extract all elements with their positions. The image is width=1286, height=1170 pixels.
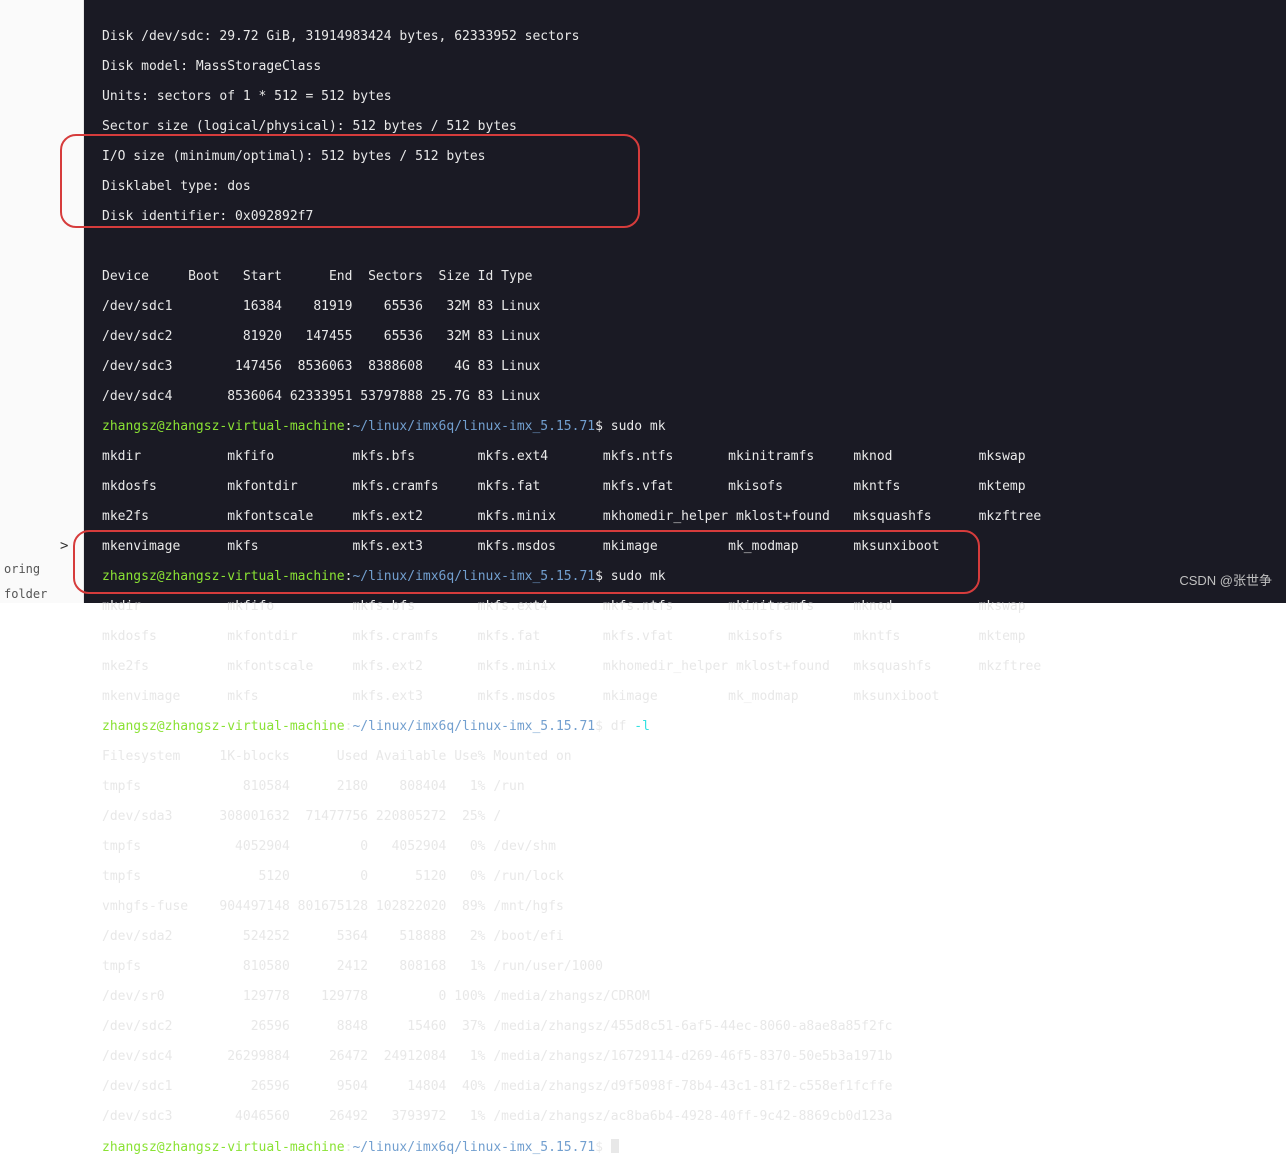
fdisk-line: Units: sectors of 1 * 512 = 512 bytes [102, 89, 1286, 104]
partition-header: Device Boot Start End Sectors Size Id Ty… [102, 269, 1286, 284]
prompt-line: zhangsz@zhangsz-virtual-machine:~/linux/… [102, 719, 1286, 734]
df-row: /dev/sda2 524252 5364 518888 2% /boot/ef… [102, 929, 1286, 944]
fdisk-line: Disk identifier: 0x092892f7 [102, 209, 1286, 224]
df-row: vmhgfs-fuse 904497148 801675128 10282202… [102, 899, 1286, 914]
completion-row: mke2fs mkfontscale mkfs.ext2 mkfs.minix … [102, 659, 1286, 674]
fdisk-line: Sector size (logical/physical): 512 byte… [102, 119, 1286, 134]
df-row: /dev/sdc2 26596 8848 15460 37% /media/zh… [102, 1019, 1286, 1034]
terminal-cursor [611, 1139, 619, 1153]
terminal[interactable]: Disk /dev/sdc: 29.72 GiB, 31914983424 by… [84, 0, 1286, 603]
chevron-right-icon[interactable]: > [60, 538, 68, 554]
watermark: CSDN @张世争 [1179, 570, 1272, 589]
fdisk-line: I/O size (minimum/optimal): 512 bytes / … [102, 149, 1286, 164]
completion-row: mkdosfs mkfontdir mkfs.cramfs mkfs.fat m… [102, 479, 1286, 494]
df-row: tmpfs 4052904 0 4052904 0% /dev/shm [102, 839, 1286, 854]
partition-row: /dev/sdc2 81920 147455 65536 32M 83 Linu… [102, 329, 1286, 344]
fdisk-line: Disklabel type: dos [102, 179, 1286, 194]
fdisk-line: Disk model: MassStorageClass [102, 59, 1286, 74]
df-row: tmpfs 810580 2412 808168 1% /run/user/10… [102, 959, 1286, 974]
completion-row: mkdosfs mkfontdir mkfs.cramfs mkfs.fat m… [102, 629, 1286, 644]
df-header: Filesystem 1K-blocks Used Available Use%… [102, 749, 1286, 764]
blank-line [102, 239, 1286, 254]
partition-row: /dev/sdc4 8536064 62333951 53797888 25.7… [102, 389, 1286, 404]
df-row: /dev/sdc1 26596 9504 14804 40% /media/zh… [102, 1079, 1286, 1094]
df-row: tmpfs 5120 0 5120 0% /run/lock [102, 869, 1286, 884]
sidebar-item-folder[interactable]: folder [0, 585, 51, 603]
completion-row: mkenvimage mkfs mkfs.ext3 mkfs.msdos mki… [102, 539, 1286, 554]
prompt-line: zhangsz@zhangsz-virtual-machine:~/linux/… [102, 1139, 1286, 1155]
df-row: /dev/sda3 308001632 71477756 220805272 2… [102, 809, 1286, 824]
sidebar-item-oring[interactable]: oring [0, 560, 44, 578]
prompt-line: zhangsz@zhangsz-virtual-machine:~/linux/… [102, 419, 1286, 434]
partition-row: /dev/sdc1 16384 81919 65536 32M 83 Linux [102, 299, 1286, 314]
completion-row: mkdir mkfifo mkfs.bfs mkfs.ext4 mkfs.ntf… [102, 449, 1286, 464]
completion-row: mkenvimage mkfs mkfs.ext3 mkfs.msdos mki… [102, 689, 1286, 704]
completion-row: mke2fs mkfontscale mkfs.ext2 mkfs.minix … [102, 509, 1286, 524]
partition-row: /dev/sdc3 147456 8536063 8388608 4G 83 L… [102, 359, 1286, 374]
prompt-line: zhangsz@zhangsz-virtual-machine:~/linux/… [102, 569, 1286, 584]
completion-row: mkdir mkfifo mkfs.bfs mkfs.ext4 mkfs.ntf… [102, 599, 1286, 614]
sidebar: oring folder > [0, 0, 84, 603]
df-row: tmpfs 810584 2180 808404 1% /run [102, 779, 1286, 794]
df-row: /dev/sr0 129778 129778 0 100% /media/zha… [102, 989, 1286, 1004]
df-row: /dev/sdc3 4046560 26492 3793972 1% /medi… [102, 1109, 1286, 1124]
df-row: /dev/sdc4 26299884 26472 24912084 1% /me… [102, 1049, 1286, 1064]
fdisk-line: Disk /dev/sdc: 29.72 GiB, 31914983424 by… [102, 29, 1286, 44]
